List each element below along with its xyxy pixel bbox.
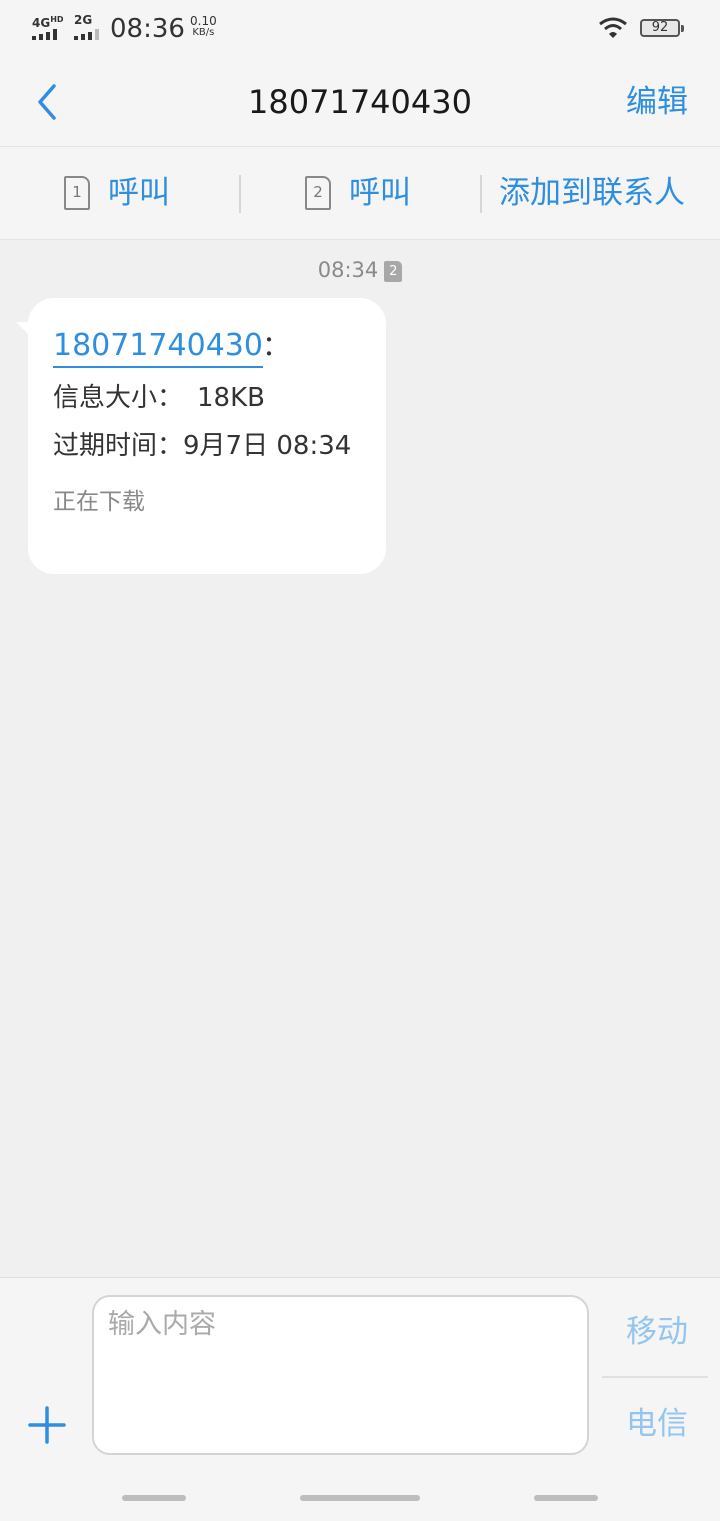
sim-card-2-icon: 2 xyxy=(305,176,331,210)
send-divider xyxy=(602,1376,708,1378)
battery-icon: 92 xyxy=(640,19,684,37)
download-status: 正在下载 xyxy=(53,489,145,515)
network-speed-unit: KB/s xyxy=(192,27,215,38)
add-to-contacts-label: 添加到联系人 xyxy=(499,175,685,211)
contact-action-bar: 1 呼叫 2 呼叫 添加到联系人 xyxy=(0,147,720,240)
call-sim1-label: 呼叫 xyxy=(108,175,170,211)
message-size-value: 18KB xyxy=(197,383,265,413)
sim-card-1-icon: 1 xyxy=(64,176,90,210)
message-time-text: 08:34 xyxy=(317,258,379,282)
message-input[interactable]: 输入内容 xyxy=(92,1295,589,1455)
call-sim2-label: 呼叫 xyxy=(349,175,411,211)
message-expiry-value: 9月7日 08:34 xyxy=(183,431,352,461)
wifi-icon xyxy=(599,17,627,38)
add-to-contacts-button[interactable]: 添加到联系人 xyxy=(499,147,685,239)
action-divider xyxy=(480,175,482,213)
sender-colon: ： xyxy=(262,329,291,362)
network-speed: 0.10 KB/s xyxy=(190,15,217,38)
network-type-1: 4G xyxy=(32,16,51,30)
message-expiry-label: 过期时间： xyxy=(53,431,184,461)
sim-2-badge-icon: 2 xyxy=(384,261,403,282)
edit-button[interactable]: 编辑 xyxy=(626,82,688,122)
sender-number-link[interactable]: 18071740430 xyxy=(53,326,263,368)
status-clock: 08:36 xyxy=(110,14,185,44)
mms-notification-bubble[interactable]: 18071740430 ： 信息大小： 18KB 过期时间：9月7日 08:34 … xyxy=(28,298,386,574)
nav-gesture-home[interactable] xyxy=(300,1495,420,1501)
message-size-row: 信息大小： 18KB xyxy=(53,380,265,416)
call-sim2-button[interactable]: 2 呼叫 xyxy=(305,147,411,239)
send-sim1-button[interactable]: 移动 xyxy=(626,1312,688,1352)
message-timestamp: 08:34 2 xyxy=(0,256,720,284)
message-input-placeholder: 输入内容 xyxy=(108,1309,216,1340)
signal-bars-icon xyxy=(74,29,104,40)
network-hd-label: HD xyxy=(50,15,64,24)
call-sim1-button[interactable]: 1 呼叫 xyxy=(64,147,170,239)
page-title: 18071740430 xyxy=(248,83,472,121)
message-expiry-row: 过期时间：9月7日 08:34 xyxy=(53,428,351,464)
nav-gesture-left[interactable] xyxy=(122,1495,186,1501)
message-size-label: 信息大小： xyxy=(53,383,184,413)
nav-gesture-right[interactable] xyxy=(534,1495,598,1501)
network-speed-value: 0.10 xyxy=(190,14,217,28)
conversation-header: 18071740430 编辑 xyxy=(0,58,720,147)
send-sim2-button[interactable]: 电信 xyxy=(626,1404,688,1444)
composer-bar: 输入内容 移动 电信 xyxy=(0,1277,720,1521)
network-type-2: 2G xyxy=(74,13,93,27)
plus-icon[interactable] xyxy=(28,1406,66,1444)
signal-bars-icon xyxy=(32,29,62,40)
status-bar: 4GHD 2G 08:36 0.10 KB/s 92 xyxy=(0,0,720,58)
action-divider xyxy=(239,175,241,213)
